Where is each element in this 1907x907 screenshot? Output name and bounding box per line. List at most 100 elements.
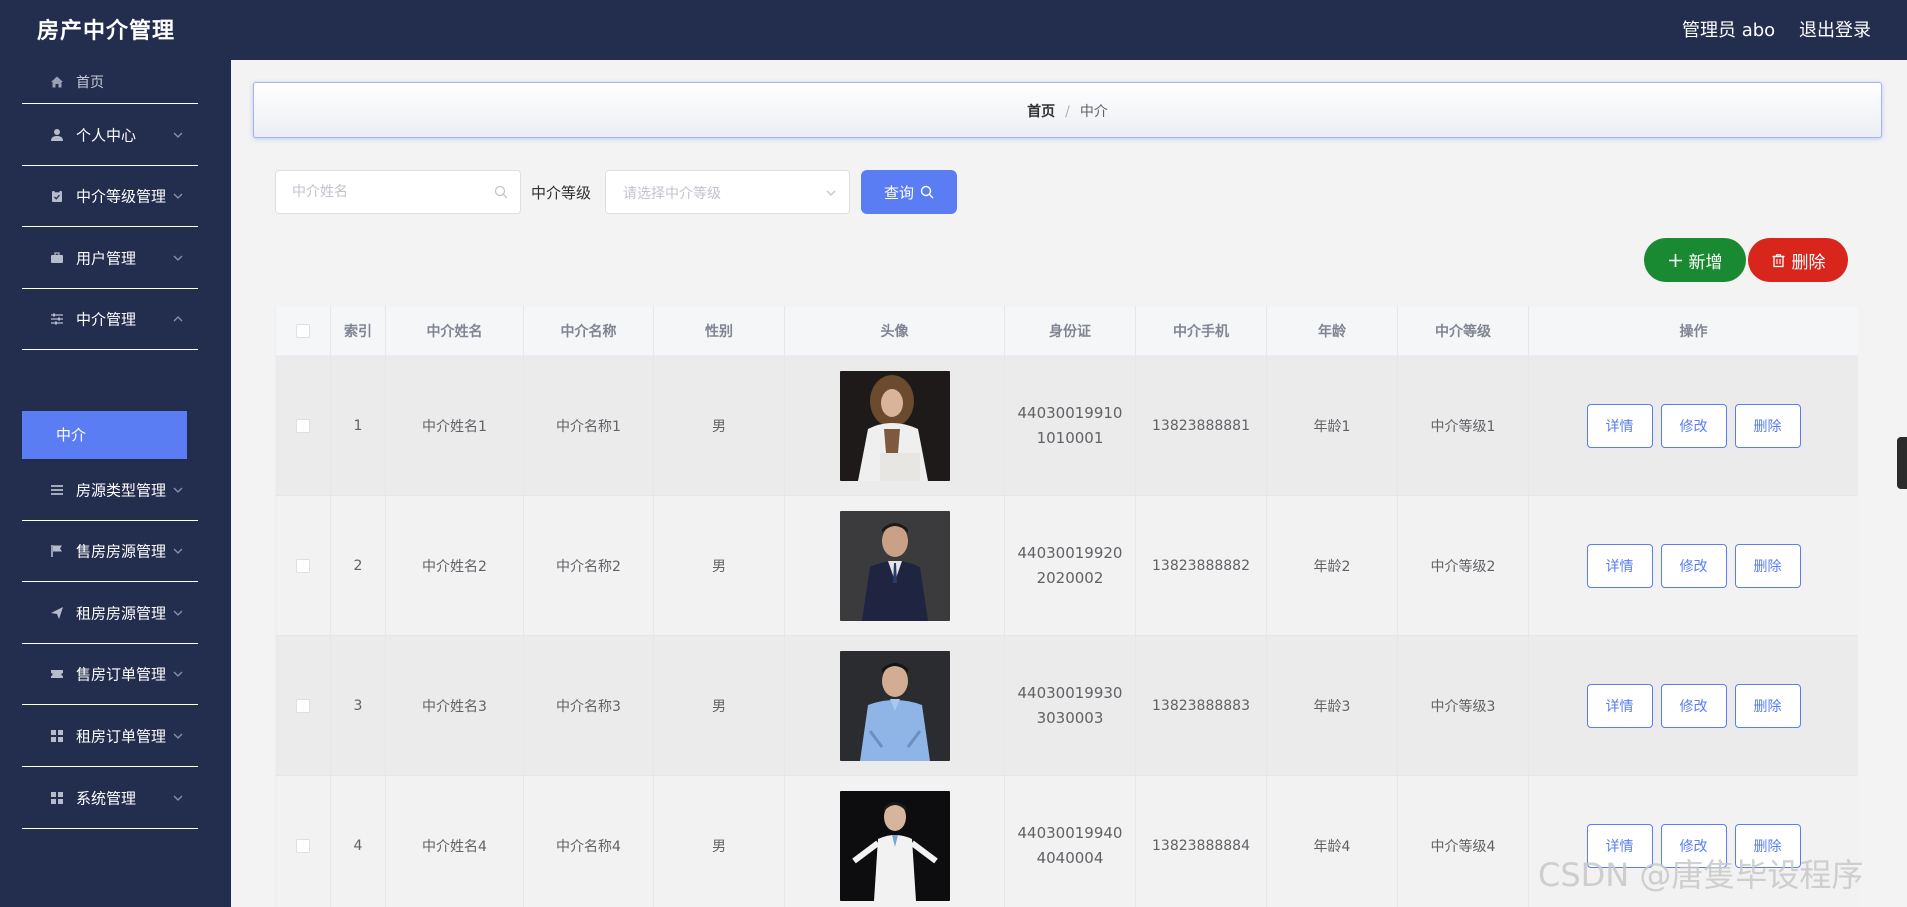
agent-age: 年龄2 <box>1267 496 1398 635</box>
idcard-line: 3030003 <box>1036 708 1104 727</box>
briefcase-icon <box>50 251 64 265</box>
agent-gender: 男 <box>654 356 785 495</box>
delete-button[interactable]: 删除 <box>1734 543 1801 588</box>
query-button-label: 查询 <box>883 183 914 202</box>
agent-title: 中介名称3 <box>524 636 654 775</box>
app-title: 房产中介管理 <box>37 19 176 44</box>
sidebar-item-system-management[interactable]: 系统管理 <box>22 767 198 829</box>
sidebar-item-label: 中介管理 <box>76 310 137 329</box>
agent-phone: 13823888881 <box>1136 356 1267 495</box>
sidebar-item-label: 租房房源管理 <box>76 604 167 622</box>
agent-gender: 男 <box>654 636 785 775</box>
sidebar-item-label: 用户管理 <box>76 249 137 267</box>
agent-name-input[interactable] <box>292 171 482 213</box>
idcard-line: 44030019940 <box>1017 823 1123 842</box>
column-header: 中介姓名 <box>386 306 524 355</box>
edit-button[interactable]: 修改 <box>1660 403 1727 448</box>
table-row: 1 中介姓名1 中介名称1 男 44030019910 1010001 13823… <box>276 356 1858 496</box>
row-checkbox[interactable] <box>296 838 310 853</box>
ticket-icon <box>50 667 64 681</box>
column-header: 中介名称 <box>524 306 654 355</box>
column-header: 年龄 <box>1267 306 1398 355</box>
agent-gender: 男 <box>654 776 785 907</box>
add-button-label: 新增 <box>1688 252 1723 273</box>
flag-icon <box>50 544 64 558</box>
agent-level: 中介等级3 <box>1398 636 1529 775</box>
detail-button[interactable]: 详情 <box>1586 683 1653 728</box>
row-checkbox[interactable] <box>296 698 310 713</box>
sidebar-item-property-type-management[interactable]: 房源类型管理 <box>22 459 198 521</box>
home-icon <box>50 75 64 89</box>
agent-name-search <box>275 170 521 214</box>
chevron-down-icon <box>173 610 183 616</box>
user-icon <box>50 128 64 142</box>
sidebar-item-agent-management[interactable]: 中介管理 <box>22 289 198 350</box>
column-header: 中介等级 <box>1398 306 1529 355</box>
breadcrumb-current: 中介 <box>1079 104 1108 120</box>
sidebar-item-personal-center[interactable]: 个人中心 <box>22 104 198 166</box>
column-header: 性别 <box>654 306 785 355</box>
sidebar-item-rent-order-management[interactable]: 租房订单管理 <box>22 705 198 767</box>
batch-delete-button[interactable]: 删除 <box>1748 238 1848 282</box>
sidebar-item-sale-order-management[interactable]: 售房订单管理 <box>22 644 198 705</box>
column-header: 操作 <box>1529 306 1858 355</box>
chevron-down-icon <box>173 733 183 739</box>
sidebar-item-level-management[interactable]: 中介等级管理 <box>22 166 198 227</box>
edit-button[interactable]: 修改 <box>1660 543 1727 588</box>
sidebar-item-label: 售房订单管理 <box>76 665 167 684</box>
row-index: 4 <box>331 776 386 907</box>
idcard-line: 44030019920 <box>1017 543 1123 562</box>
sidebar-item-home[interactable]: 首页 <box>22 60 198 104</box>
agent-idcard: 44030019920 2020002 <box>1005 496 1136 635</box>
delete-button[interactable]: 删除 <box>1734 683 1801 728</box>
agent-name: 中介姓名4 <box>386 776 524 907</box>
idcard-line: 2020002 <box>1036 568 1104 587</box>
row-index: 2 <box>331 496 386 635</box>
sidebar-item-sale-listing-management[interactable]: 售房房源管理 <box>22 521 198 582</box>
sidebar-subitem-label: 中介 <box>56 426 87 444</box>
column-header: 身份证 <box>1005 306 1136 355</box>
row-checkbox[interactable] <box>296 418 310 433</box>
row-checkbox[interactable] <box>296 558 310 573</box>
agent-table: 索引 中介姓名 中介名称 性别 头像 身份证 中介手机 年龄 中介等级 操作 1… <box>275 306 1858 907</box>
plus-icon <box>1668 253 1682 267</box>
agent-phone: 13823888884 <box>1136 776 1267 907</box>
detail-button[interactable]: 详情 <box>1586 543 1653 588</box>
agent-title: 中介名称2 <box>524 496 654 635</box>
sliders-icon <box>50 312 64 326</box>
trash-icon <box>1772 253 1784 267</box>
query-button[interactable]: 查询 <box>861 170 957 214</box>
agent-name: 中介姓名2 <box>386 496 524 635</box>
agent-age: 年龄3 <box>1267 636 1398 775</box>
chevron-down-icon <box>173 255 183 261</box>
agent-title: 中介名称4 <box>524 776 654 907</box>
delete-button[interactable]: 删除 <box>1734 403 1801 448</box>
add-button[interactable]: 新增 <box>1644 238 1746 282</box>
agent-level: 中介等级4 <box>1398 776 1529 907</box>
avatar <box>839 510 950 621</box>
admin-username: 管理员 abo <box>1682 20 1776 41</box>
agent-age: 年龄4 <box>1267 776 1398 907</box>
level-select[interactable]: 请选择中介等级 <box>605 170 850 214</box>
agent-idcard: 44030019930 3030003 <box>1005 636 1136 775</box>
select-all-checkbox[interactable] <box>296 323 310 338</box>
sidebar-item-user-management[interactable]: 用户管理 <box>22 227 198 289</box>
sidebar-item-rent-listing-management[interactable]: 租房房源管理 <box>22 582 198 644</box>
row-index: 1 <box>331 356 386 495</box>
table-row: 2 中介姓名2 中介名称2 男 44030019920 2020002 13823… <box>276 496 1858 636</box>
side-drawer-handle[interactable] <box>1897 437 1907 489</box>
chevron-down-icon <box>173 132 183 138</box>
grid-icon <box>50 729 64 743</box>
breadcrumb-home[interactable]: 首页 <box>1027 104 1055 120</box>
avatar <box>839 790 950 901</box>
agent-level: 中介等级1 <box>1398 356 1529 495</box>
list-icon <box>50 483 64 497</box>
edit-button[interactable]: 修改 <box>1660 683 1727 728</box>
chevron-down-icon <box>173 193 183 199</box>
agent-level: 中介等级2 <box>1398 496 1529 635</box>
detail-button[interactable]: 详情 <box>1586 403 1653 448</box>
sidebar-subitem-agent[interactable]: 中介 <box>22 411 187 459</box>
search-icon <box>494 185 508 199</box>
agent-phone: 13823888882 <box>1136 496 1267 635</box>
logout-link[interactable]: 退出登录 <box>1799 16 1871 42</box>
